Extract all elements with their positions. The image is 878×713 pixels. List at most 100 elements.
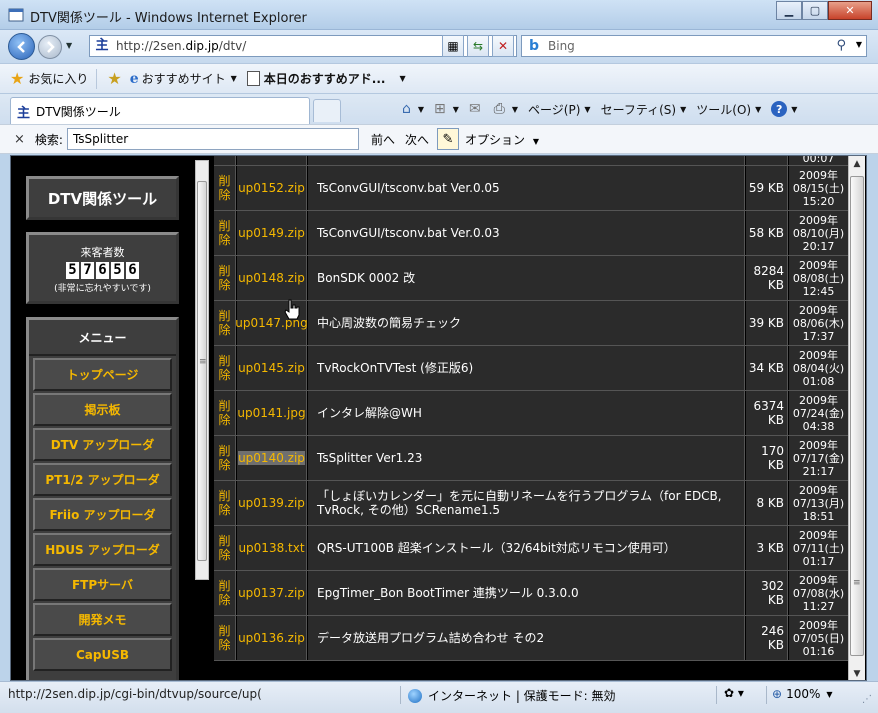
- date-day: 07/05(日): [792, 631, 845, 645]
- page-scrollbar[interactable]: ▲ ≡ ▼: [848, 156, 865, 680]
- find-prev-button[interactable]: 前へ: [371, 131, 395, 148]
- find-options-label: オプション: [464, 132, 525, 147]
- file-link[interactable]: up0152.zip: [237, 166, 307, 210]
- back-button[interactable]: [8, 33, 35, 60]
- file-link[interactable]: up0136.zip: [237, 616, 307, 660]
- sidebar-item-dev-memo[interactable]: 開発メモ: [33, 603, 172, 636]
- refresh-button[interactable]: ⇆: [467, 35, 489, 57]
- delete-link[interactable]: 削除: [214, 211, 236, 255]
- sidebar-item-bbs[interactable]: 掲示板: [33, 393, 172, 426]
- scroll-up-icon[interactable]: ▲: [849, 156, 865, 172]
- date-cell: 2009年 07/08(水) 11:27: [789, 571, 849, 615]
- help-button[interactable]: ? ▼: [771, 101, 797, 117]
- zoom-control[interactable]: ⊕ 100% ▼: [772, 687, 833, 701]
- scroll-down-icon[interactable]: ▼: [849, 666, 865, 680]
- delete-link[interactable]: 削除: [214, 571, 236, 615]
- date-cell: 2009年 07/24(金) 04:38: [789, 391, 849, 435]
- description-cell: 中心周波数の簡易チェック: [308, 301, 745, 345]
- delete-link[interactable]: 削除: [214, 481, 236, 525]
- address-url[interactable]: http://2sen.dip.jp/dtv/: [116, 39, 246, 53]
- date-time: 01:16: [802, 644, 835, 658]
- stop-button[interactable]: ✕: [492, 35, 514, 57]
- counter-digit: 6: [96, 262, 109, 279]
- delete-link[interactable]: 削除: [214, 616, 236, 660]
- add-favorites-button[interactable]: ★: [107, 69, 125, 88]
- delete-link[interactable]: 削除: [214, 166, 236, 210]
- tab-dtv-tools[interactable]: 主 DTV関係ツール: [10, 97, 310, 124]
- window-title: DTV関係ツール - Windows Internet Explorer: [30, 11, 307, 26]
- scroll-grip-icon: ≡: [853, 578, 861, 588]
- frame-scrollbar[interactable]: ≡: [195, 160, 209, 580]
- tools-menu[interactable]: ツール(O) ▼: [696, 101, 761, 118]
- find-next-button[interactable]: 次へ: [405, 131, 429, 148]
- file-link-label: up0139.zip: [238, 496, 305, 510]
- highlight-icon[interactable]: ✎: [436, 128, 459, 150]
- delete-link[interactable]: 削除: [214, 526, 236, 570]
- delete-link[interactable]: 削除: [214, 346, 236, 390]
- search-box[interactable]: b Bing ⚲ ▼: [521, 35, 867, 57]
- file-link[interactable]: up0148.zip: [237, 256, 307, 300]
- site-title[interactable]: DTV関係ツール: [26, 176, 179, 220]
- sidebar-item-dtv-uploader[interactable]: DTV アップローダ: [33, 428, 172, 461]
- rss-icon: ⊞: [434, 101, 446, 117]
- search-dropdown-icon[interactable]: ▼: [856, 40, 862, 49]
- counter-digit: 6: [126, 262, 139, 279]
- frame-scrollbar-thumb[interactable]: [197, 181, 207, 561]
- sidebar-item-friio-uploader[interactable]: Friio アップローダ: [33, 498, 172, 531]
- sidebar-item-pt12-uploader[interactable]: PT1/2 アップローダ: [33, 463, 172, 496]
- delete-link[interactable]: 削除: [214, 436, 236, 480]
- popup-blocker-icon[interactable]: ✿ ▾: [724, 686, 744, 700]
- file-link[interactable]: up0141.jpg: [237, 391, 307, 435]
- date-year: 2009年: [798, 168, 838, 182]
- sidebar-item-top-page[interactable]: トップページ: [33, 358, 172, 391]
- maximize-button[interactable]: ▢: [802, 1, 828, 20]
- counter-digit: 5: [66, 262, 79, 279]
- size-cell: 246 KB: [746, 616, 788, 660]
- date-year: 2009年: [798, 528, 838, 542]
- file-link[interactable]: up0137.zip: [237, 571, 307, 615]
- security-zone[interactable]: インターネット | 保護モード: 無効: [408, 687, 616, 704]
- forward-button[interactable]: [38, 35, 62, 59]
- close-button[interactable]: ✕: [828, 1, 872, 20]
- find-options-button[interactable]: オプション ▼: [465, 131, 539, 148]
- date-day: 08/15(土): [792, 181, 845, 195]
- safety-menu[interactable]: セーフティ(S) ▼: [601, 101, 687, 118]
- delete-link[interactable]: 削除: [214, 391, 236, 435]
- file-link[interactable]: up0145.zip: [237, 346, 307, 390]
- feeds-button[interactable]: ⊞ ▼: [434, 101, 459, 117]
- favorites-button[interactable]: ★ お気に入り: [10, 69, 88, 88]
- sidebar-item-hdus-uploader[interactable]: HDUS アップローダ: [33, 533, 172, 566]
- file-link-label: up0149.zip: [238, 226, 305, 240]
- new-tab-button[interactable]: [313, 99, 341, 122]
- resize-grip-icon[interactable]: ⋰: [862, 694, 872, 705]
- sidebar-item-capusb[interactable]: CapUSB: [33, 638, 172, 671]
- suggested-sites-button[interactable]: e おすすめサイト ▼: [130, 70, 237, 87]
- mail-button[interactable]: ✉: [469, 101, 484, 117]
- print-button[interactable]: ⎙ ▼: [494, 101, 518, 117]
- file-link[interactable]: up0149.zip: [237, 211, 307, 255]
- date-time: 12:45: [802, 284, 835, 298]
- find-input[interactable]: [66, 128, 359, 150]
- counter-digit: 7: [81, 262, 94, 279]
- delete-link[interactable]: 削除: [214, 256, 236, 300]
- chevron-down-icon: ▼: [791, 104, 798, 114]
- table-row: 削除 up0148.zip BonSDK 0002 改 8284 KB 2009年 08/…: [214, 256, 849, 301]
- history-dropdown-icon[interactable]: ▼: [66, 41, 72, 50]
- delete-link[interactable]: 削除: [214, 301, 236, 345]
- date-time: 18:51: [802, 509, 835, 523]
- counter-note: (非常に忘れやすいです): [54, 284, 151, 294]
- find-close-button[interactable]: ×: [14, 132, 25, 147]
- compat-view-icon: ▦: [447, 39, 459, 53]
- file-link[interactable]: up0140.zip: [237, 436, 307, 480]
- minimize-button[interactable]: ▁: [776, 1, 802, 20]
- search-icon[interactable]: ⚲: [836, 38, 846, 53]
- page-menu[interactable]: ページ(P) ▼: [528, 101, 591, 118]
- file-link[interactable]: up0138.txt: [237, 526, 307, 570]
- date-day: 07/11(土): [792, 541, 845, 555]
- home-button[interactable]: ⌂ ▼: [402, 101, 424, 117]
- web-slice-button[interactable]: 本日のおすすめアド... ▼: [246, 70, 406, 87]
- find-label: 検索:: [34, 132, 63, 147]
- file-link[interactable]: up0139.zip: [237, 481, 307, 525]
- compat-view-button[interactable]: ▦: [442, 35, 464, 57]
- sidebar-item-ftp-server[interactable]: FTPサーバ: [33, 568, 172, 601]
